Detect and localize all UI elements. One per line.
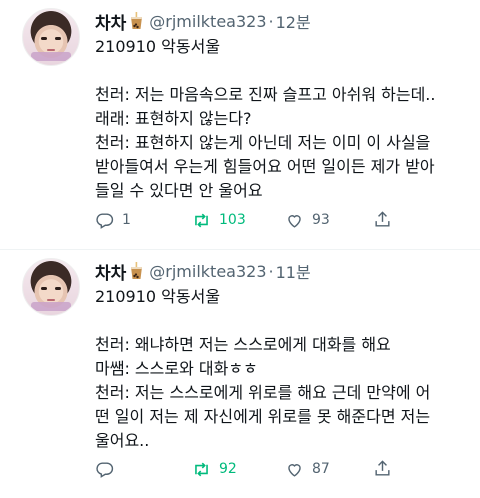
tweet-line: 210910 악동서울 — [95, 37, 221, 56]
tweet-actions: 92 87 — [95, 457, 475, 481]
user-handle[interactable]: @rjmilktea323 — [149, 12, 266, 31]
retweet-button[interactable]: 103 — [192, 208, 246, 232]
separator-dot: · — [268, 11, 274, 31]
tweet-header: 차차 @rjmilktea323 · 11분 — [95, 259, 311, 284]
tweet[interactable]: 차차 @rjmilktea323 · 12분 210910 악동서울 천러: 저… — [0, 0, 480, 250]
tweet-line: 210910 악동서울 — [95, 287, 221, 306]
share-button[interactable] — [373, 208, 392, 233]
tweet-line: 마쌤: 스스로와 대화ㅎㅎ — [95, 359, 258, 378]
reply-button[interactable] — [95, 457, 122, 481]
tweet-line: 래래: 표현하지 않는다? — [95, 109, 252, 128]
avatar[interactable] — [22, 8, 80, 66]
tweet-line: 울어요.. — [95, 431, 150, 450]
reply-icon — [96, 461, 114, 478]
reply-button[interactable]: 1 — [95, 208, 131, 232]
tweet-line — [95, 309, 430, 333]
tweet-line — [95, 59, 435, 83]
timestamp[interactable]: 12분 — [276, 9, 311, 33]
like-count: 93 — [312, 212, 330, 228]
like-button[interactable]: 93 — [285, 208, 330, 232]
timestamp[interactable]: 11분 — [276, 259, 311, 283]
retweet-icon — [195, 462, 208, 476]
tweet[interactable]: 차차 @rjmilktea323 · 11분 210910 악동서울 천러: 왜… — [0, 250, 480, 498]
display-name[interactable]: 차차 — [95, 9, 126, 34]
heart-icon — [288, 463, 301, 477]
tweet-text: 210910 악동서울 천러: 왜냐하면 저는 스스로에게 대화를 해요 마쌤:… — [95, 285, 430, 453]
like-button[interactable]: 87 — [285, 457, 330, 481]
reply-icon — [96, 212, 114, 229]
tweet-line: 받아들여서 우는게 힘들어요 어떤 일이든 제가 받아 — [95, 157, 435, 176]
share-button[interactable] — [373, 457, 392, 482]
tweet-line: 천러: 왜냐하면 저는 스스로에게 대화를 해요 — [95, 335, 391, 354]
like-count: 87 — [312, 461, 330, 477]
display-name[interactable]: 차차 — [95, 259, 126, 284]
retweet-count: 103 — [219, 212, 246, 228]
share-icon — [375, 460, 390, 476]
bubble-tea-icon — [130, 262, 143, 280]
retweet-count: 92 — [219, 461, 237, 477]
tweet-line: 천러: 저는 마음속으로 진짜 슬프고 아쉬워 하는데.. — [95, 85, 436, 104]
bubble-tea-icon — [130, 12, 143, 30]
tweet-actions: 1 103 93 — [95, 208, 475, 232]
retweet-icon — [195, 213, 208, 227]
heart-icon — [288, 214, 301, 228]
tweet-header: 차차 @rjmilktea323 · 12분 — [95, 9, 311, 34]
tweet-line: 천러: 저는 스스로에게 위로를 해요 근데 만약에 어 — [95, 383, 431, 402]
tweet-line: 천러: 표현하지 않는게 아닌데 저는 이미 이 사실을 — [95, 133, 431, 152]
avatar[interactable] — [22, 258, 80, 316]
tweet-line: 들일 수 있다면 안 울어요 — [95, 181, 263, 200]
retweet-button[interactable]: 92 — [192, 457, 237, 481]
tweet-text: 210910 악동서울 천러: 저는 마음속으로 진짜 슬프고 아쉬워 하는데.… — [95, 35, 435, 203]
separator-dot: · — [268, 261, 274, 281]
share-icon — [375, 211, 390, 227]
reply-count: 1 — [122, 212, 131, 228]
tweet-line: 떤 일이 저는 제 자신에게 위로를 못 해준다면 저는 — [95, 407, 431, 426]
user-handle[interactable]: @rjmilktea323 — [149, 262, 266, 281]
